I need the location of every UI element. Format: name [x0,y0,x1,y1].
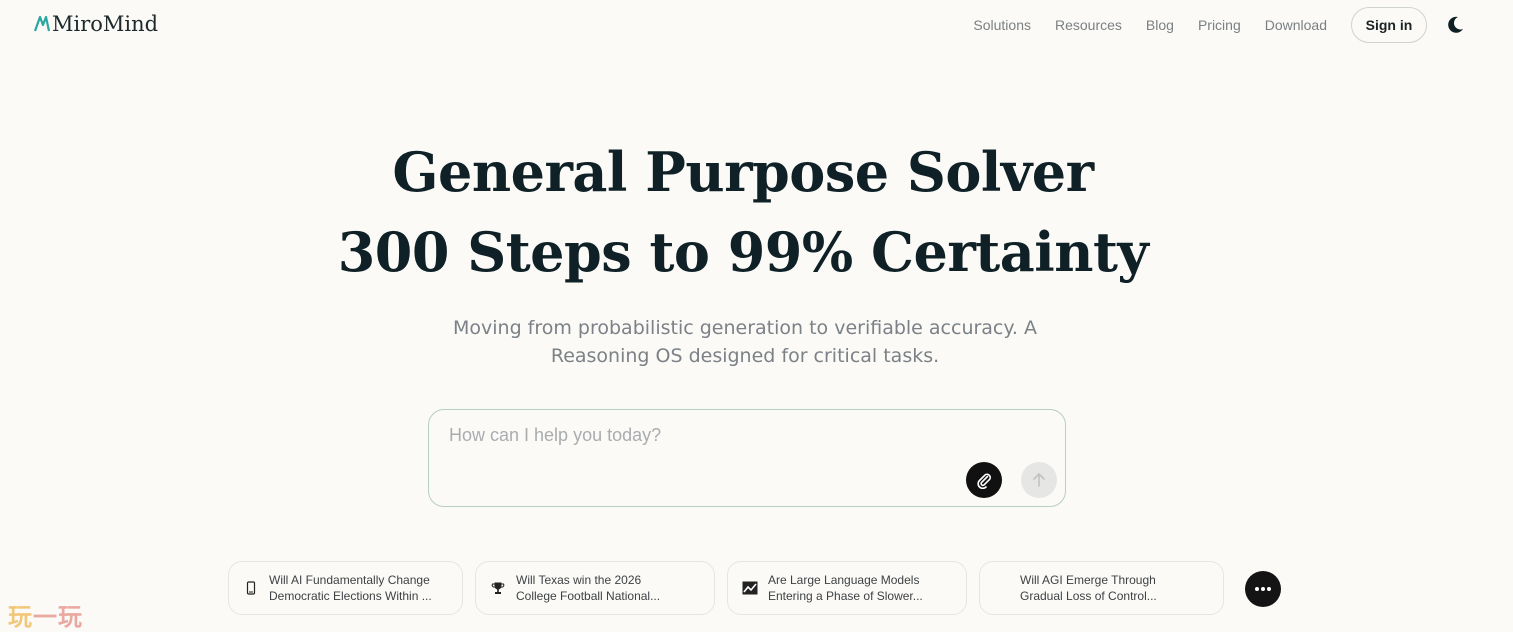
paperclip-icon [977,473,991,489]
suggestion-line2: Democratic Elections Within ... [269,589,432,603]
suggestion-line1: Will AI Fundamentally Change [269,573,430,587]
suggestion-line2: Entering a Phase of Slower... [768,589,923,603]
moon-icon [1448,16,1463,33]
watermark-logo: 玩一玩 [8,597,83,632]
nav-link-pricing[interactable]: Pricing [1198,17,1241,33]
hero-title-line1: General Purpose Solver [392,140,1094,204]
chart-icon [741,579,759,597]
hero-subtitle-line1: Moving from probabilistic generation to … [452,317,1037,339]
phone-icon [242,579,260,597]
hero-subtitle: Moving from probabilistic generation to … [440,314,1050,370]
nav-link-resources[interactable]: Resources [1055,17,1122,33]
nav-link-download[interactable]: Download [1265,17,1327,33]
hero-subtitle-line2: Reasoning OS designed for critical tasks… [550,345,940,367]
suggestion-card[interactable]: Are Large Language Models Entering a Pha… [727,561,967,615]
suggestion-card[interactable]: Will AI Fundamentally Change Democratic … [228,561,463,615]
send-button[interactable] [1021,462,1057,498]
suggestion-cards: Will AI Fundamentally Change Democratic … [0,561,1513,617]
prompt-input[interactable] [447,424,1011,447]
suggestion-card[interactable]: Will AGI Emerge Through Gradual Loss of … [979,561,1224,615]
watermark-char: 玩 [8,603,33,631]
suggestion-card[interactable]: Will Texas win the 2026 College Football… [475,561,715,615]
theme-toggle-button[interactable] [1443,13,1467,37]
nav-link-blog[interactable]: Blog [1146,17,1174,33]
suggestion-line1: Will Texas win the 2026 [516,573,642,587]
suggestion-line1: Will AGI Emerge Through [1020,573,1156,587]
brand-logo[interactable]: MiroMind [34,12,158,36]
prompt-box [428,409,1066,507]
miromind-logo-mark-icon [34,15,50,32]
hero-title-line2: 300 Steps to 99% Certainty [337,220,1149,284]
attach-file-button[interactable] [966,462,1002,498]
sign-in-button[interactable]: Sign in [1351,7,1427,43]
nav-link-solutions[interactable]: Solutions [973,17,1031,33]
suggestion-line2: Gradual Loss of Control... [1020,589,1157,603]
more-suggestions-button[interactable] [1245,571,1281,607]
watermark-char: 一 [33,603,58,631]
brand-name: MiroMind [52,12,159,36]
top-nav: Solutions Resources Blog Pricing Downloa… [973,7,1467,43]
suggestion-line2: College Football National... [516,589,661,603]
trophy-icon [489,579,507,597]
suggestion-line1: Are Large Language Models [768,573,920,587]
arrow-up-icon [1033,473,1045,487]
more-horizontal-icon [1255,587,1271,591]
watermark-char: 玩 [58,603,83,631]
